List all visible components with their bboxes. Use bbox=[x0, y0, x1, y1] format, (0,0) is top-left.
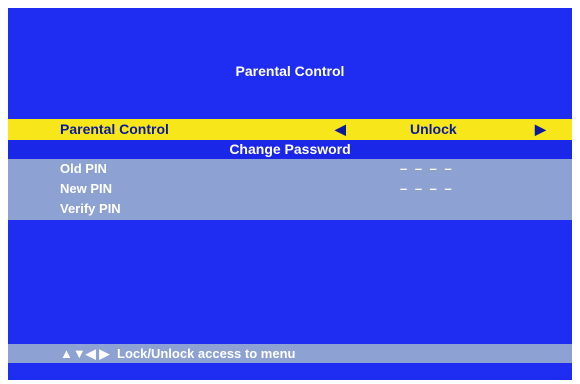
new-pin-row[interactable]: New PIN – – – – bbox=[8, 179, 572, 199]
arrow-left-icon[interactable]: ◀ bbox=[335, 121, 346, 138]
old-pin-input[interactable]: – – – – bbox=[400, 161, 454, 176]
verify-pin-label: Verify PIN bbox=[60, 201, 121, 216]
new-pin-input[interactable]: – – – – bbox=[400, 181, 454, 196]
parental-control-row[interactable]: Parental Control ◀ Unlock ▶ bbox=[8, 119, 572, 140]
help-bar: ▲▼◀ ▶ Lock/Unlock access to menu bbox=[8, 344, 572, 363]
old-pin-row[interactable]: Old PIN – – – – bbox=[8, 159, 572, 179]
help-text: Lock/Unlock access to menu bbox=[117, 346, 296, 361]
pin-panel: Old PIN – – – – New PIN – – – – Verify P… bbox=[8, 159, 572, 220]
verify-pin-row[interactable]: Verify PIN bbox=[8, 199, 572, 219]
change-password-header: Change Password bbox=[8, 140, 572, 159]
new-pin-label: New PIN bbox=[60, 181, 113, 196]
arrow-right-icon[interactable]: ▶ bbox=[535, 121, 546, 138]
parental-control-label: Parental Control bbox=[60, 121, 169, 137]
navigation-arrows-icon: ▲▼◀ ▶ bbox=[60, 346, 110, 361]
tv-menu-screen: Parental Control Parental Control ◀ Unlo… bbox=[8, 8, 572, 380]
old-pin-label: Old PIN bbox=[60, 161, 107, 176]
page-title: Parental Control bbox=[235, 63, 345, 79]
lock-status-value: Unlock bbox=[410, 121, 457, 137]
